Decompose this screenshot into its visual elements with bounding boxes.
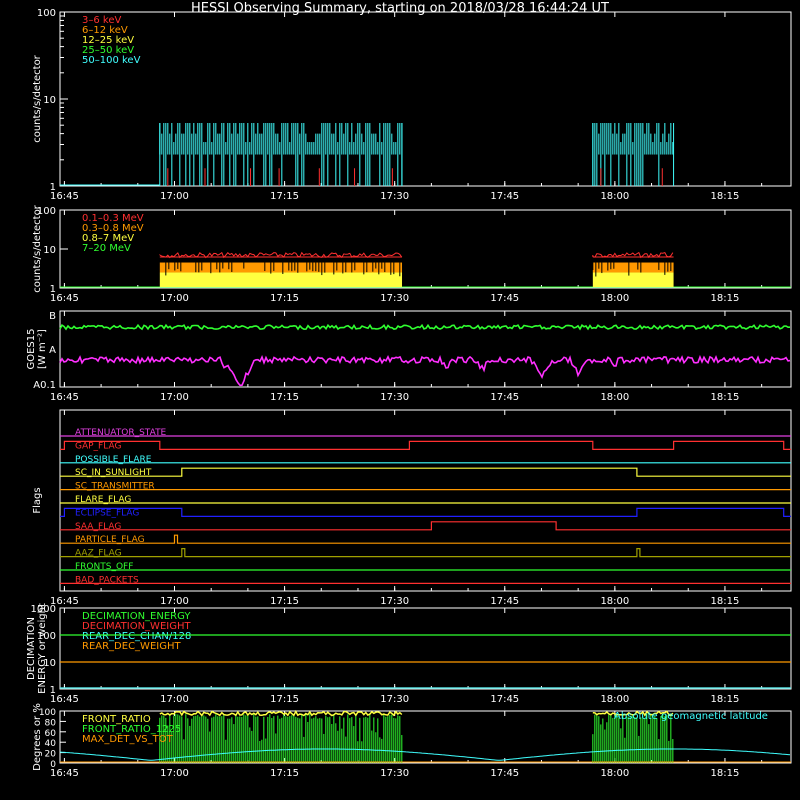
- x-tick-label: 17:00: [160, 768, 189, 779]
- flag-trace: [60, 548, 791, 558]
- x-tick-label: 17:30: [380, 392, 409, 403]
- y-tick-label: 10: [43, 245, 56, 256]
- x-tick-label: 17:30: [380, 694, 409, 705]
- x-tick-label: 17:00: [160, 694, 189, 705]
- series-0-8-7-mev: [159, 272, 403, 287]
- y-axis-label-goes: [W m⁻²]: [37, 329, 48, 369]
- x-tick-label: 17:45: [490, 191, 519, 202]
- y-tick-label: 20: [45, 750, 57, 760]
- front-ratio: [159, 709, 403, 717]
- x-tick-label: 17:15: [270, 191, 299, 202]
- y-tick-label: 100: [37, 8, 56, 19]
- y-axis-label-ratio: Degrees or %: [32, 703, 43, 771]
- legend-entry-ratio: MAX_DET_VS_TOT: [82, 734, 174, 745]
- series-0-8-7-mev: [592, 272, 674, 287]
- legend-entry-countrate-high: 7–20 MeV: [82, 243, 131, 254]
- x-tick-label: 17:00: [160, 596, 189, 607]
- x-tick-label: 18:15: [711, 293, 740, 304]
- legend-entry-decimation: REAR_DEC_WEIGHT: [82, 641, 181, 652]
- x-tick-label: 18:00: [600, 768, 629, 779]
- y-axis-label-decimation: DECIMATION: [26, 617, 37, 680]
- x-tick-label: 18:15: [711, 191, 740, 202]
- flag-trace: [60, 440, 791, 450]
- y-axis-label-decimation: ENERGY or weight: [37, 603, 48, 694]
- x-tick-label: 18:15: [711, 596, 740, 607]
- geomagnetic-note: Absolute geomagnetic latitude: [614, 711, 768, 722]
- x-tick-label: 18:15: [711, 694, 740, 705]
- x-tick-label: 17:30: [380, 768, 409, 779]
- x-tick-label: 17:15: [270, 596, 299, 607]
- x-tick-label: 18:15: [711, 768, 740, 779]
- y-tick-label: 80: [45, 718, 57, 728]
- x-tick-label: 18:00: [600, 694, 629, 705]
- flag-label: ECLIPSE_FLAG: [75, 508, 139, 518]
- y-axis-label-countrate-high: counts/s/detector: [32, 204, 43, 292]
- x-tick-label: 17:30: [380, 596, 409, 607]
- goes-low-channel: [59, 354, 791, 387]
- y-tick-label: B: [49, 311, 56, 322]
- x-tick-label: 17:15: [270, 694, 299, 705]
- y-axis-label-countrate: counts/s/detector: [32, 54, 43, 142]
- y-tick-label: 1: [50, 685, 56, 696]
- x-tick-label: 17:00: [160, 392, 189, 403]
- flag-trace: [60, 521, 791, 531]
- x-tick-label: 17:45: [490, 293, 519, 304]
- panel-frame-goes: [59, 310, 792, 388]
- flag-trace: [60, 467, 791, 477]
- flag-trace: [60, 507, 791, 517]
- y-axis-label-goes: GOES15: [26, 328, 37, 369]
- y-axis-label-flags: Flags: [32, 487, 43, 513]
- x-tick-label: 17:15: [270, 293, 299, 304]
- flag-label: GAP_FLAG: [75, 441, 121, 451]
- y-tick-label: 1: [50, 284, 56, 295]
- x-tick-label: 18:00: [600, 191, 629, 202]
- x-tick-label: 18:00: [600, 293, 629, 304]
- x-tick-label: 17:15: [270, 768, 299, 779]
- panel-frame-countrate: [59, 11, 792, 187]
- y-tick-label: A: [49, 345, 56, 356]
- y-tick-label: 60: [45, 729, 57, 739]
- x-tick-label: 17:30: [380, 191, 409, 202]
- x-tick-label: 17:30: [380, 293, 409, 304]
- summary-plot: 16:45 17:00 17:15 17:30 17:45 18:00 18:1511010…: [26, 8, 792, 779]
- y-tick-label: 10: [43, 95, 56, 106]
- x-tick-label: 17:00: [160, 191, 189, 202]
- x-tick-label: 16:45: [50, 392, 79, 403]
- series-0-3-0-8-mev: [592, 262, 674, 273]
- x-tick-label: 17:15: [270, 392, 299, 403]
- y-tick-label: 1: [50, 182, 56, 193]
- x-tick-label: 18:00: [600, 596, 629, 607]
- y-tick-label: 40: [45, 739, 57, 749]
- x-tick-label: 17:45: [490, 768, 519, 779]
- x-tick-label: 18:00: [600, 392, 629, 403]
- x-tick-label: 17:45: [490, 392, 519, 403]
- legend-entry-countrate: 50–100 keV: [82, 55, 141, 66]
- x-tick-label: 18:15: [711, 392, 740, 403]
- panel-frame-flags: [59, 409, 792, 592]
- y-tick-label: 0: [50, 760, 56, 770]
- x-tick-label: 17:45: [490, 596, 519, 607]
- goes-high-channel: [59, 323, 790, 331]
- flag-trace: [60, 534, 791, 544]
- y-tick-label: A0.1: [33, 380, 56, 391]
- x-tick-label: 17:00: [160, 293, 189, 304]
- x-tick-label: 17:45: [490, 694, 519, 705]
